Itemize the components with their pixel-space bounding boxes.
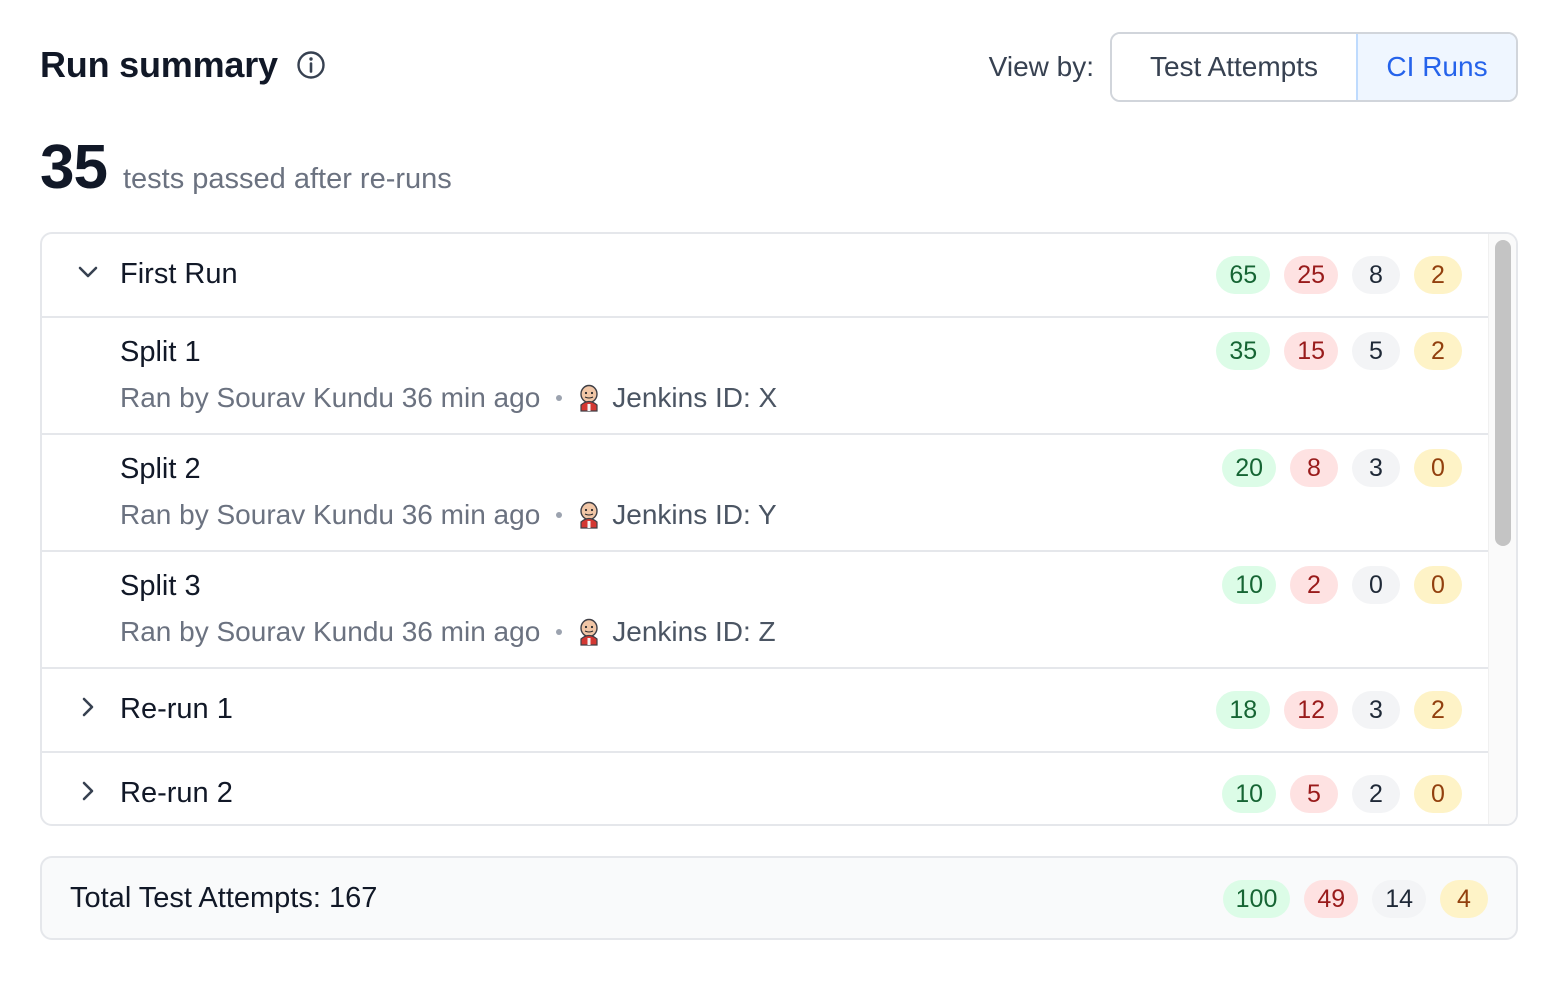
runs-rows: First Run 65 25 8 2 Split 1 Ran by Soura… [42,234,1490,824]
view-option-test-attempts[interactable]: Test Attempts [1112,34,1356,100]
separator-dot [556,512,563,518]
chevron-right-icon[interactable] [76,695,100,719]
page-title: Run summary [40,44,278,85]
split-row-2[interactable]: Split 2 Ran by Sourav Kundu 36 min ago J… [42,435,1490,552]
split-label: Split 3 [120,570,201,602]
skipped-badge: 5 [1352,332,1400,370]
skipped-badge: 0 [1352,566,1400,604]
split-counts: 10 2 0 0 [1208,566,1462,604]
ran-by-text: Ran by Sourav Kundu 36 min ago [120,382,541,413]
flaky-badge: 4 [1440,880,1488,918]
split-meta: Ran by Sourav Kundu 36 min ago Jenkins I… [120,616,776,648]
run-counts: 10 5 2 0 [1208,775,1462,813]
split-label: Split 2 [120,453,201,485]
separator-dot [556,629,563,635]
run-counts: 18 12 3 2 [1202,691,1462,729]
run-label: First Run [120,258,238,290]
ran-by-text: Ran by Sourav Kundu 36 min ago [120,499,541,530]
view-option-ci-runs[interactable]: CI Runs [1356,34,1516,100]
run-label: Re-run 1 [120,693,233,725]
split-label: Split 1 [120,336,201,368]
ran-by-text: Ran by Sourav Kundu 36 min ago [120,616,541,647]
split-meta: Ran by Sourav Kundu 36 min ago Jenkins I… [120,499,777,531]
separator-dot [556,395,563,401]
scrollbar[interactable] [1488,234,1516,824]
failed-badge: 2 [1290,566,1338,604]
view-by-label: View by: [988,51,1094,82]
run-row-re-run-1[interactable]: Re-run 1 18 12 3 2 [42,669,1490,753]
info-icon[interactable] [296,50,326,80]
failed-badge: 5 [1290,775,1338,813]
jenkins-icon [576,618,602,646]
split-counts: 20 8 3 0 [1208,449,1462,487]
jenkins-id[interactable]: Jenkins ID: Y [612,499,776,531]
view-toggle: Test Attempts CI Runs [1110,32,1518,102]
total-attempts-bar: Total Test Attempts: 167 100 49 14 4 [40,856,1518,940]
passed-badge: 10 [1222,775,1276,813]
passed-stat: 35 tests passed after re-runs [40,132,452,203]
scrollbar-thumb[interactable] [1495,240,1511,546]
jenkins-icon [576,384,602,412]
jenkins-id[interactable]: Jenkins ID: Z [612,616,775,648]
skipped-badge: 14 [1372,880,1426,918]
jenkins-icon [576,501,602,529]
failed-badge: 8 [1290,449,1338,487]
run-summary-card: Run summary View by: Test Attempts CI Ru… [0,0,1560,984]
title-wrap: Run summary [40,44,326,86]
skipped-badge: 2 [1352,775,1400,813]
header: Run summary View by: Test Attempts CI Ru… [40,32,1518,102]
skipped-badge: 3 [1352,449,1400,487]
chevron-down-icon[interactable] [76,260,100,284]
failed-badge: 25 [1284,256,1338,294]
view-by-control: View by: Test Attempts CI Runs [989,32,1518,102]
flaky-badge: 2 [1414,691,1462,729]
flaky-badge: 2 [1414,332,1462,370]
flaky-badge: 0 [1414,566,1462,604]
passed-badge: 35 [1216,332,1271,370]
passed-count: 35 [40,133,108,202]
failed-badge: 49 [1304,880,1359,918]
split-meta: Ran by Sourav Kundu 36 min ago Jenkins I… [120,382,777,414]
split-row-1[interactable]: Split 1 Ran by Sourav Kundu 36 min ago J… [42,318,1490,435]
run-counts: 65 25 8 2 [1202,256,1462,294]
passed-badge: 10 [1222,566,1276,604]
total-attempts-label: Total Test Attempts: 167 [70,882,378,914]
runs-list: First Run 65 25 8 2 Split 1 Ran by Soura… [40,232,1518,826]
split-row-3[interactable]: Split 3 Ran by Sourav Kundu 36 min ago J… [42,552,1490,669]
jenkins-id[interactable]: Jenkins ID: X [612,382,777,414]
passed-badge: 20 [1222,449,1276,487]
passed-badge: 18 [1216,691,1271,729]
passed-badge: 100 [1222,880,1291,918]
flaky-badge: 2 [1414,256,1462,294]
run-row-first-run[interactable]: First Run 65 25 8 2 [42,234,1490,318]
run-row-re-run-2[interactable]: Re-run 2 10 5 2 0 [42,753,1490,824]
passed-label: tests passed after re-runs [122,163,452,195]
failed-badge: 15 [1284,332,1338,370]
chevron-right-icon[interactable] [76,779,100,803]
run-label: Re-run 2 [120,777,233,809]
passed-badge: 65 [1216,256,1271,294]
skipped-badge: 3 [1352,691,1400,729]
flaky-badge: 0 [1414,449,1462,487]
failed-badge: 12 [1284,691,1338,729]
total-counts: 100 49 14 4 [1209,880,1488,918]
split-counts: 35 15 5 2 [1202,332,1462,370]
skipped-badge: 8 [1352,256,1400,294]
flaky-badge: 0 [1414,775,1462,813]
